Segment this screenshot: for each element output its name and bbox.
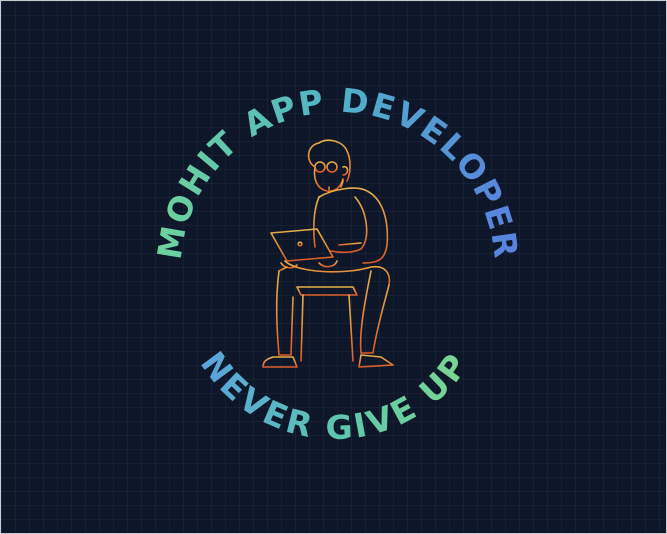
logo-emblem: MOHIT APP DEVELOPER NEVER GIVE UP bbox=[150, 81, 526, 448]
logo-bottom-text: NEVER GIVE UP bbox=[193, 344, 477, 447]
logo-top-text: MOHIT APP DEVELOPER bbox=[150, 81, 526, 262]
logo-bottom-text-path: NEVER GIVE UP bbox=[193, 344, 474, 447]
logo-top-text-path: MOHIT APP DEVELOPER bbox=[150, 81, 524, 262]
man-sitting-with-laptop-icon bbox=[262, 139, 394, 368]
logo-canvas: MOHIT APP DEVELOPER NEVER GIVE UP bbox=[0, 0, 667, 534]
